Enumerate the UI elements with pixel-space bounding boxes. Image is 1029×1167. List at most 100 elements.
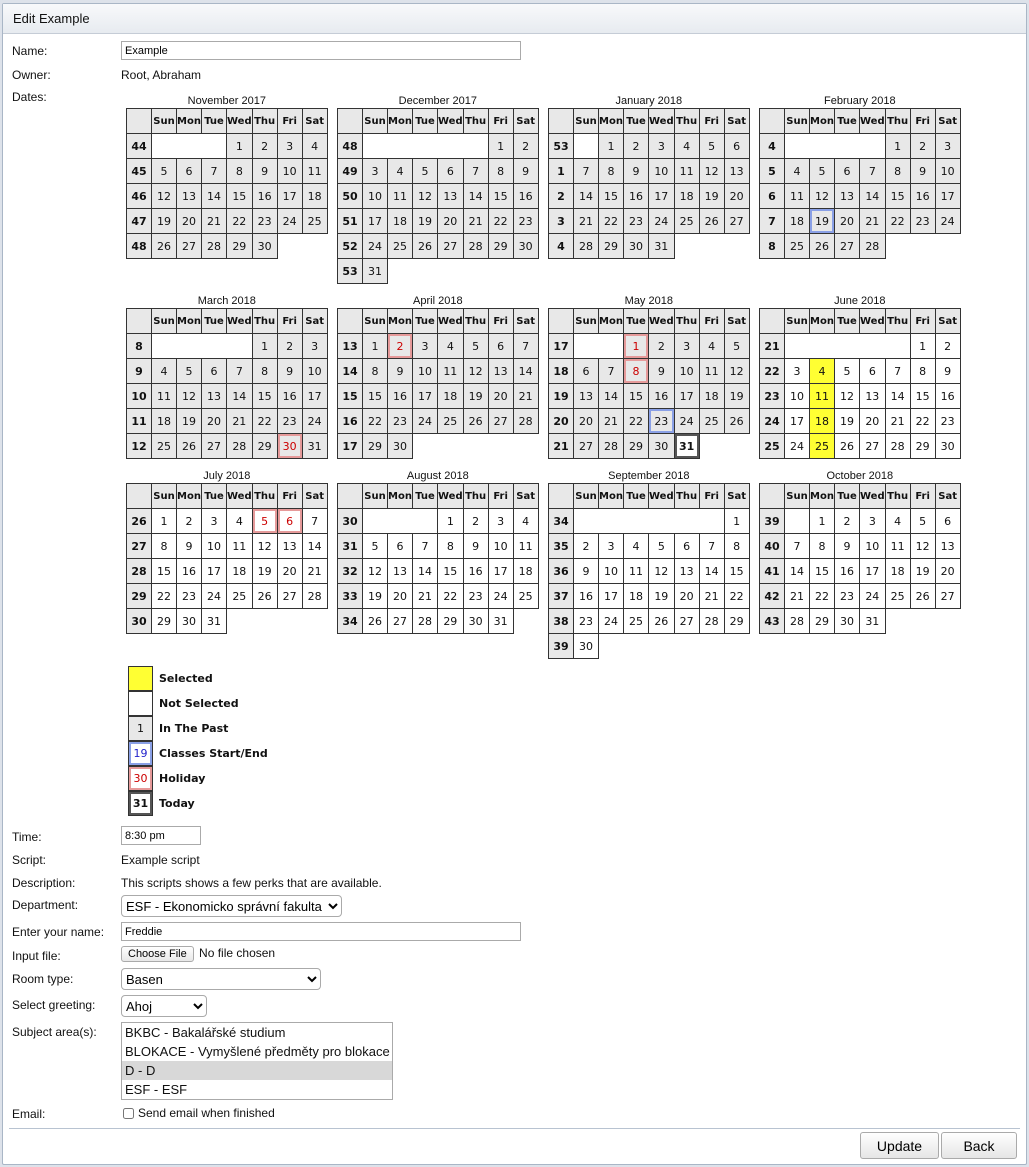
day-cell[interactable]: 27: [859, 433, 886, 459]
day-cell[interactable]: 13: [276, 533, 303, 559]
subject-option[interactable]: BLOKACE - Vymyšlené předměty pro blokace: [122, 1042, 392, 1061]
day-cell[interactable]: 28: [784, 608, 810, 634]
day-cell[interactable]: 18: [809, 408, 835, 434]
day-cell[interactable]: 29: [437, 608, 464, 634]
time-input[interactable]: [121, 826, 201, 845]
day-cell[interactable]: 13: [387, 558, 413, 584]
day-cell[interactable]: 3: [487, 508, 514, 534]
day-cell[interactable]: 30: [176, 608, 202, 634]
day-cell[interactable]: 15: [909, 383, 936, 409]
day-cell[interactable]: 15: [723, 558, 750, 584]
day-cell[interactable]: 9: [934, 358, 961, 384]
day-cell[interactable]: 14: [301, 533, 328, 559]
day-cell[interactable]: 27: [934, 583, 961, 609]
day-cell[interactable]: 24: [487, 583, 514, 609]
day-cell[interactable]: 11: [512, 533, 539, 559]
day-cell[interactable]: 3: [201, 508, 227, 534]
day-cell[interactable]: 28: [412, 608, 438, 634]
day-cell[interactable]: 7: [884, 358, 911, 384]
day-cell[interactable]: 10: [598, 558, 624, 584]
day-cell[interactable]: 19: [362, 583, 388, 609]
day-cell[interactable]: 9: [462, 533, 489, 559]
day-cell[interactable]: 6: [276, 508, 303, 534]
day-cell[interactable]: 8: [437, 533, 464, 559]
day-cell[interactable]: 1: [151, 508, 177, 534]
day-cell[interactable]: 21: [784, 583, 810, 609]
day-cell[interactable]: 18: [226, 558, 253, 584]
day-cell[interactable]: 10: [201, 533, 227, 559]
day-cell[interactable]: 20: [387, 583, 413, 609]
day-cell[interactable]: 20: [934, 558, 961, 584]
day-cell[interactable]: 8: [151, 533, 177, 559]
day-cell[interactable]: 27: [673, 608, 700, 634]
day-cell[interactable]: 20: [276, 558, 303, 584]
room-type-select[interactable]: Basen: [121, 968, 321, 990]
day-cell[interactable]: 21: [698, 583, 725, 609]
day-cell[interactable]: 26: [909, 583, 936, 609]
day-cell[interactable]: 21: [301, 558, 328, 584]
day-cell[interactable]: 4: [512, 508, 539, 534]
day-cell[interactable]: 25: [809, 433, 835, 459]
back-button[interactable]: Back: [941, 1132, 1017, 1159]
day-cell[interactable]: 19: [648, 583, 675, 609]
day-cell[interactable]: 25: [226, 583, 253, 609]
day-cell[interactable]: 26: [834, 433, 860, 459]
day-cell[interactable]: 30: [934, 433, 961, 459]
day-cell[interactable]: 23: [834, 583, 860, 609]
day-cell[interactable]: 9: [176, 533, 202, 559]
day-cell[interactable]: 13: [859, 383, 886, 409]
day-cell[interactable]: 11: [884, 533, 911, 559]
day-cell[interactable]: 3: [859, 508, 886, 534]
day-cell[interactable]: 28: [301, 583, 328, 609]
day-cell[interactable]: 2: [462, 508, 489, 534]
day-cell[interactable]: 23: [573, 608, 599, 634]
day-cell[interactable]: 19: [909, 558, 936, 584]
day-cell[interactable]: 21: [884, 408, 911, 434]
choose-file-button[interactable]: Choose File: [121, 946, 194, 962]
day-cell[interactable]: 19: [251, 558, 278, 584]
day-cell[interactable]: 15: [809, 558, 835, 584]
day-cell[interactable]: 3: [598, 533, 624, 559]
day-cell[interactable]: 27: [276, 583, 303, 609]
email-option[interactable]: Send email when finished: [123, 1106, 275, 1120]
day-cell[interactable]: 17: [487, 558, 514, 584]
day-cell[interactable]: 8: [909, 358, 936, 384]
subject-option[interactable]: BKBC - Bakalářské studium: [122, 1023, 392, 1042]
day-cell[interactable]: 5: [362, 533, 388, 559]
day-cell[interactable]: 28: [698, 608, 725, 634]
day-cell[interactable]: 23: [176, 583, 202, 609]
day-cell[interactable]: 6: [859, 358, 886, 384]
day-cell[interactable]: 4: [809, 358, 835, 384]
day-cell[interactable]: 6: [387, 533, 413, 559]
day-cell[interactable]: 22: [437, 583, 464, 609]
day-cell[interactable]: 23: [462, 583, 489, 609]
day-cell[interactable]: 14: [412, 558, 438, 584]
name-input[interactable]: [121, 41, 521, 60]
day-cell[interactable]: 3: [784, 358, 810, 384]
day-cell[interactable]: 20: [859, 408, 886, 434]
day-cell[interactable]: 24: [201, 583, 227, 609]
day-cell[interactable]: 5: [909, 508, 936, 534]
day-cell[interactable]: 10: [487, 533, 514, 559]
day-cell[interactable]: 16: [462, 558, 489, 584]
day-cell[interactable]: 10: [784, 383, 810, 409]
greeting-select[interactable]: Ahoj: [121, 995, 207, 1017]
day-cell[interactable]: 7: [301, 508, 328, 534]
subject-option[interactable]: ESF - ESF: [122, 1080, 392, 1099]
day-cell[interactable]: 5: [648, 533, 675, 559]
day-cell[interactable]: 27: [387, 608, 413, 634]
day-cell[interactable]: 9: [573, 558, 599, 584]
day-cell[interactable]: 12: [648, 558, 675, 584]
day-cell[interactable]: 17: [598, 583, 624, 609]
update-button[interactable]: Update: [860, 1132, 939, 1159]
day-cell[interactable]: 26: [362, 608, 388, 634]
day-cell[interactable]: 29: [151, 608, 177, 634]
day-cell[interactable]: 2: [573, 533, 599, 559]
day-cell[interactable]: 13: [934, 533, 961, 559]
day-cell[interactable]: 7: [784, 533, 810, 559]
day-cell[interactable]: 4: [884, 508, 911, 534]
day-cell[interactable]: 4: [226, 508, 253, 534]
day-cell[interactable]: 7: [698, 533, 725, 559]
day-cell[interactable]: 30: [462, 608, 489, 634]
day-cell[interactable]: 18: [623, 583, 649, 609]
